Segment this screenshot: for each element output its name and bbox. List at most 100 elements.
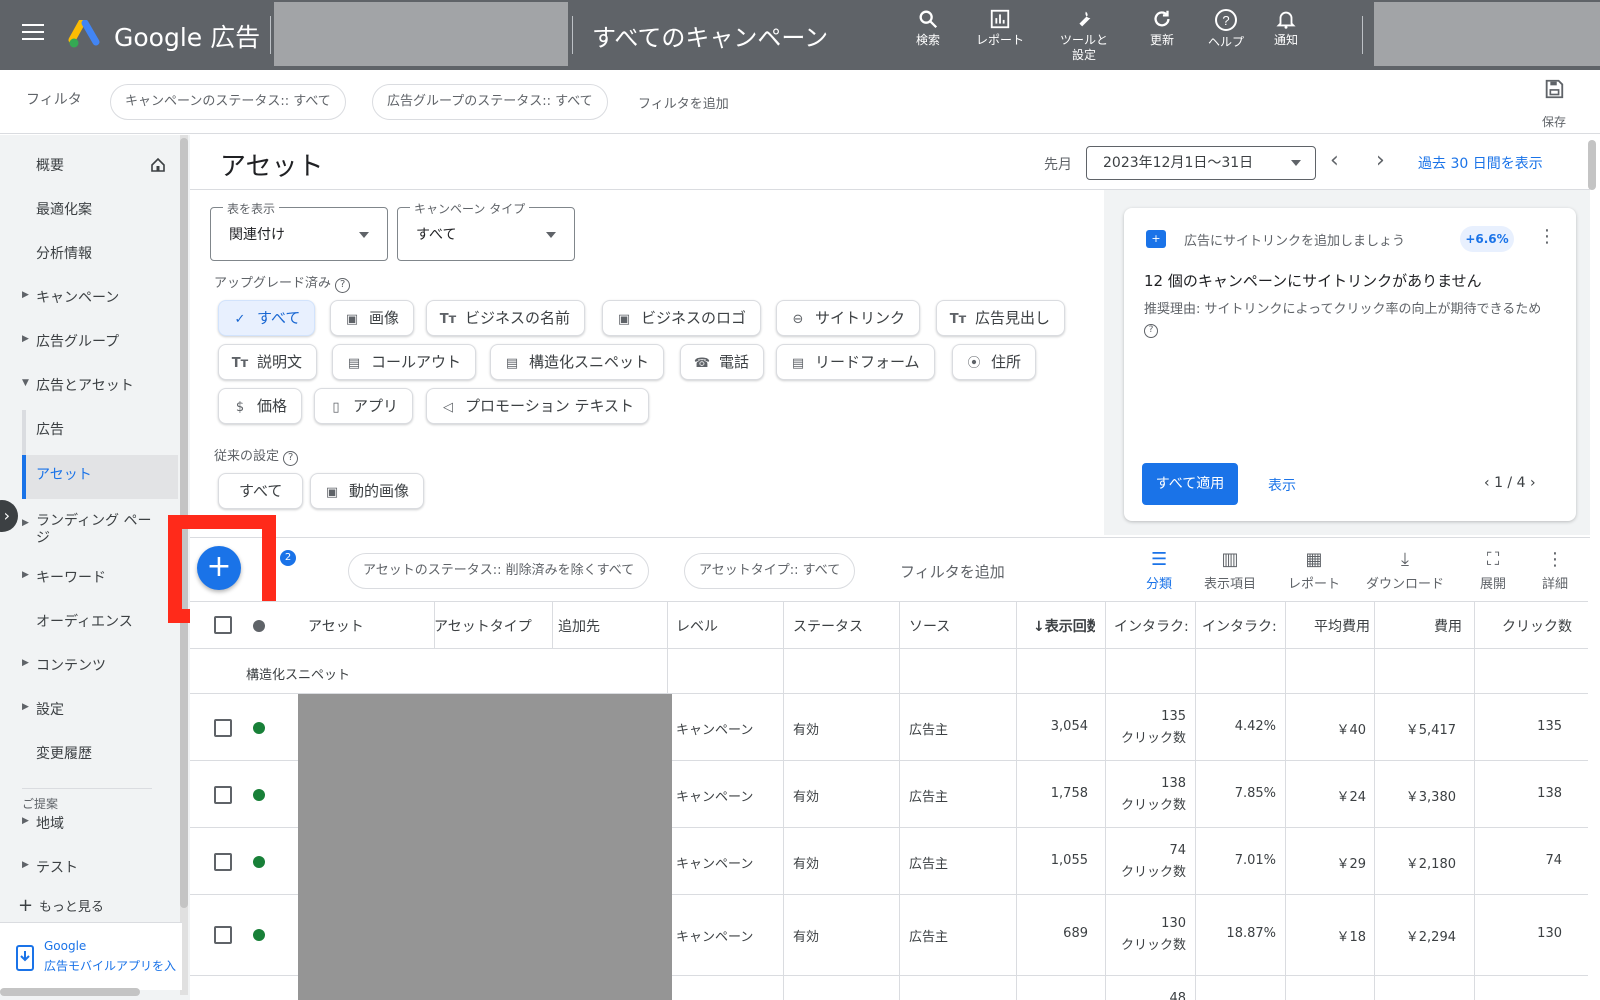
chip-business-logo[interactable]: ▣ ビジネスのロゴ bbox=[602, 300, 762, 336]
chip-structured-snippet[interactable]: ▤ 構造化スニペット bbox=[490, 344, 665, 380]
dropdown-caret-icon bbox=[359, 232, 369, 238]
chip-callout[interactable]: ▤ コールアウト bbox=[332, 344, 477, 380]
campaign-status-filter[interactable]: キャンペーンのステータス:: すべて bbox=[110, 84, 346, 120]
help-icon[interactable]: ? bbox=[335, 278, 351, 293]
apply-all-button[interactable]: すべて適用 bbox=[1142, 463, 1238, 505]
divider bbox=[22, 788, 152, 789]
campaign-type-select[interactable]: キャンペーン タイプ すべて bbox=[397, 200, 575, 261]
chip-legacy-all[interactable]: すべて bbox=[218, 473, 304, 509]
save-button[interactable]: 保存 bbox=[1536, 78, 1572, 130]
mobile-app-promo[interactable]: Google 広告モバイルアプリを入 bbox=[0, 922, 182, 990]
row-checkbox[interactable] bbox=[214, 786, 232, 804]
notifications-button[interactable]: 通知 bbox=[1248, 8, 1324, 48]
adgroup-status-filter[interactable]: 広告グループのステータス:: すべて bbox=[372, 84, 608, 120]
expand-arrow-icon: ▶ bbox=[22, 702, 29, 712]
chip-app[interactable]: ▯ アプリ bbox=[314, 388, 414, 424]
table-add-filter-link[interactable]: フィルタを追加 bbox=[900, 561, 1005, 582]
help-icon[interactable]: ? bbox=[1144, 324, 1158, 338]
segment-button[interactable]: ☰ 分類 bbox=[1146, 549, 1172, 592]
expand-button[interactable]: ⛶ 展開 bbox=[1480, 549, 1506, 592]
main-scroll-thumb[interactable] bbox=[1588, 140, 1596, 190]
chip-description[interactable]: Tт 説明文 bbox=[218, 344, 318, 380]
more-details-button[interactable]: ⋮ 詳細 bbox=[1542, 549, 1568, 592]
help-icon[interactable]: ? bbox=[283, 451, 299, 466]
col-level[interactable]: レベル bbox=[676, 616, 718, 636]
chip-all[interactable]: ✓ すべて bbox=[218, 300, 316, 336]
sidebar-item-overview[interactable]: 概要 bbox=[36, 155, 64, 175]
previous-period-button[interactable]: ‹ bbox=[1330, 148, 1339, 173]
sidebar-item-landing-pages[interactable]: ランディング ページ bbox=[36, 513, 156, 547]
chip-sitelink[interactable]: ⊖ サイトリンク bbox=[776, 300, 921, 336]
column-separator bbox=[552, 601, 553, 649]
sidebar-item-content[interactable]: コンテンツ bbox=[36, 655, 106, 675]
col-clicks[interactable]: クリック数 bbox=[1502, 616, 1572, 636]
columns-icon: ▥ bbox=[1221, 549, 1239, 570]
sidebar-item-experiments[interactable]: テスト bbox=[36, 857, 78, 877]
sidebar-item-change-history[interactable]: 変更履歴 bbox=[36, 743, 92, 763]
next-period-button[interactable]: › bbox=[1376, 148, 1385, 173]
chip-location[interactable]: ⦿ 住所 bbox=[952, 344, 1037, 380]
horizontal-scroll-thumb[interactable] bbox=[0, 988, 140, 996]
col-impressions-label: 表示回数 bbox=[1044, 619, 1095, 635]
col-source[interactable]: ソース bbox=[909, 616, 950, 636]
chevron-right-icon[interactable]: › bbox=[1526, 475, 1536, 491]
sidebar-item-locations[interactable]: 地域 bbox=[36, 813, 64, 833]
table-report-button[interactable]: ▦ レポート bbox=[1288, 549, 1340, 592]
more-vert-icon[interactable]: ⋮ bbox=[1538, 226, 1556, 247]
add-filter-link[interactable]: フィルタを追加 bbox=[638, 93, 729, 112]
divider bbox=[270, 16, 271, 54]
row-checkbox[interactable] bbox=[214, 719, 232, 737]
col-added-to[interactable]: 追加先 bbox=[558, 616, 600, 636]
sidebar-item-recommendations[interactable]: 最適化案 bbox=[36, 199, 92, 219]
sidebar-more-link[interactable]: + もっと見る bbox=[18, 899, 104, 913]
sidebar-item-adgroups[interactable]: 広告グループ bbox=[36, 331, 119, 351]
sidebar-item-assets[interactable]: アセット bbox=[36, 464, 92, 484]
asset-type-filter[interactable]: アセットタイプ:: すべて bbox=[684, 553, 856, 589]
chip-price[interactable]: $ 価格 bbox=[218, 388, 303, 424]
chip-promotion[interactable]: ◁ プロモーション テキスト bbox=[426, 388, 650, 424]
sidebar-item-campaigns[interactable]: キャンペーン bbox=[36, 287, 119, 307]
menu-icon[interactable] bbox=[22, 24, 44, 42]
col-asset-type[interactable]: アセットタイプ bbox=[434, 616, 532, 636]
col-interactions[interactable]: インタラク: bbox=[1114, 616, 1192, 636]
chevron-left-icon[interactable]: ‹ bbox=[1484, 475, 1494, 491]
doc-icon: ▤ bbox=[505, 356, 519, 371]
account-info-redacted[interactable] bbox=[1374, 2, 1600, 66]
sidebar-item-ads-assets[interactable]: 広告とアセット bbox=[36, 375, 134, 395]
show-recommendation-link[interactable]: 表示 bbox=[1268, 475, 1296, 495]
sidebar-item-insights[interactable]: 分析情報 bbox=[36, 243, 92, 263]
sidebar-item-keywords[interactable]: キーワード bbox=[36, 567, 106, 587]
sidebar-item-audiences[interactable]: オーディエンス bbox=[36, 611, 133, 631]
col-impressions[interactable]: ↓表示回数 bbox=[1033, 616, 1095, 636]
show-past-30-days-link[interactable]: 過去 30 日間を表示 bbox=[1418, 153, 1543, 173]
select-all-checkbox[interactable] bbox=[214, 616, 232, 634]
row-checkbox[interactable] bbox=[214, 926, 232, 944]
chip-lead-form[interactable]: ▤ リードフォーム bbox=[776, 344, 935, 380]
asset-status-filter[interactable]: アセットのステータス:: 削除済みを除くすべて bbox=[348, 553, 650, 589]
col-interaction-rate[interactable]: インタラク: bbox=[1202, 616, 1280, 636]
campaign-scope-title[interactable]: すべてのキャンペーン bbox=[592, 18, 828, 53]
chip-dynamic-image[interactable]: ▣ 動的画像 bbox=[310, 473, 425, 509]
account-name-redacted[interactable] bbox=[274, 2, 568, 66]
date-range-picker[interactable]: 2023年12月1日～31日 bbox=[1086, 146, 1316, 180]
col-avg-cost[interactable]: 平均費用 bbox=[1314, 616, 1370, 636]
chip-phone[interactable]: ☎ 電話 bbox=[680, 344, 765, 380]
columns-button[interactable]: ▥ 表示項目 bbox=[1204, 549, 1256, 592]
col-cost[interactable]: 費用 bbox=[1434, 616, 1462, 636]
chip-image[interactable]: ▣ 画像 bbox=[330, 300, 415, 336]
view-table-select[interactable]: 表を表示 関連付け bbox=[210, 200, 388, 261]
col-status[interactable]: ステータス bbox=[793, 616, 863, 636]
col-asset[interactable]: アセット bbox=[308, 616, 364, 636]
chip-business-name[interactable]: Tт ビジネスの名前 bbox=[426, 300, 586, 336]
row-checkbox[interactable] bbox=[214, 853, 232, 871]
search-button[interactable]: 検索 bbox=[890, 8, 966, 48]
cell-clicks: 138 bbox=[1537, 786, 1562, 801]
chip-headline[interactable]: Tт 広告見出し bbox=[936, 300, 1066, 336]
cell-status: 有効 bbox=[793, 723, 820, 738]
tools-settings-button[interactable]: ツールと 設定 bbox=[1046, 8, 1122, 63]
sidebar-item-settings[interactable]: 設定 bbox=[36, 699, 64, 719]
expand-arrow-icon: ▶ bbox=[22, 570, 29, 580]
sidebar-item-ads[interactable]: 広告 bbox=[36, 419, 64, 439]
download-button[interactable]: ⤓ ダウンロード bbox=[1366, 549, 1444, 592]
report-button[interactable]: レポート bbox=[962, 8, 1038, 48]
